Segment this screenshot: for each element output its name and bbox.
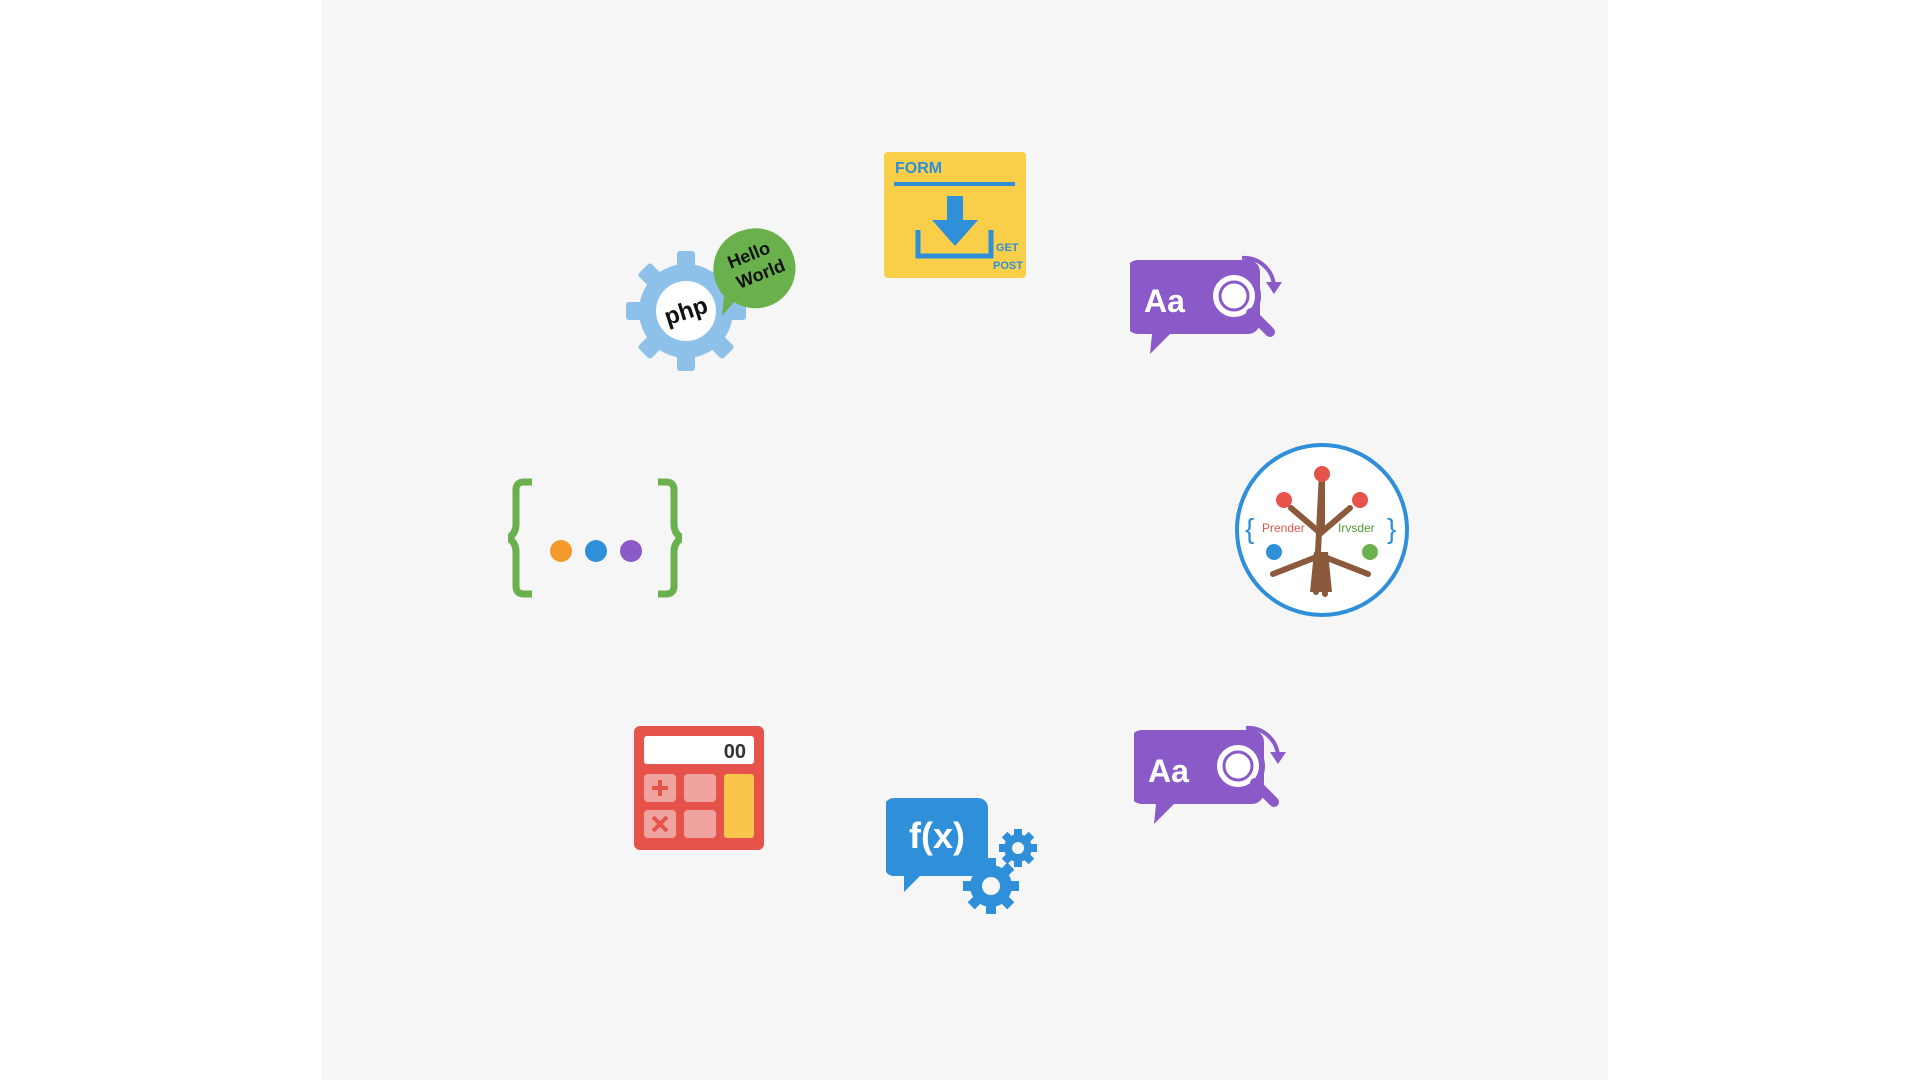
- orange-dot: [550, 540, 572, 562]
- text-search-icon-bottom: Aa: [1134, 720, 1290, 836]
- blue-dot: [585, 540, 607, 562]
- calculator-display: 00: [724, 741, 746, 763]
- tree-left-label: Prender: [1262, 521, 1305, 535]
- large-gear-icon: [963, 858, 1019, 914]
- hello-world-bubble: Hello World: [713, 228, 796, 316]
- function-gears-icon: f(x): [886, 796, 1048, 920]
- calculator-icon: 00: [634, 726, 764, 850]
- form-icon: FORM GET POST: [884, 152, 1026, 278]
- get-label: GET: [996, 242, 1019, 254]
- function-label: f(x): [909, 815, 965, 856]
- canvas: php Hello World FORM GET POST Aa {} Pre…: [0, 0, 1920, 1080]
- tree-right-label: Irvsder: [1338, 521, 1375, 535]
- right-brace: }: [1387, 513, 1396, 544]
- purple-dot: [620, 540, 642, 562]
- post-label: POST: [993, 260, 1023, 272]
- php-hello-world-icon: php Hello World: [624, 218, 804, 378]
- text-search-icon-top: Aa: [1130, 250, 1286, 366]
- object-braces-icon: [508, 478, 682, 598]
- aa-label: Aa: [1148, 753, 1189, 789]
- aa-label: Aa: [1144, 283, 1185, 319]
- tree-structure-icon: { } Prender Irvsder: [1232, 440, 1412, 620]
- small-gear-icon: [999, 829, 1037, 867]
- left-brace: {: [1245, 513, 1254, 544]
- form-title: FORM: [895, 160, 942, 177]
